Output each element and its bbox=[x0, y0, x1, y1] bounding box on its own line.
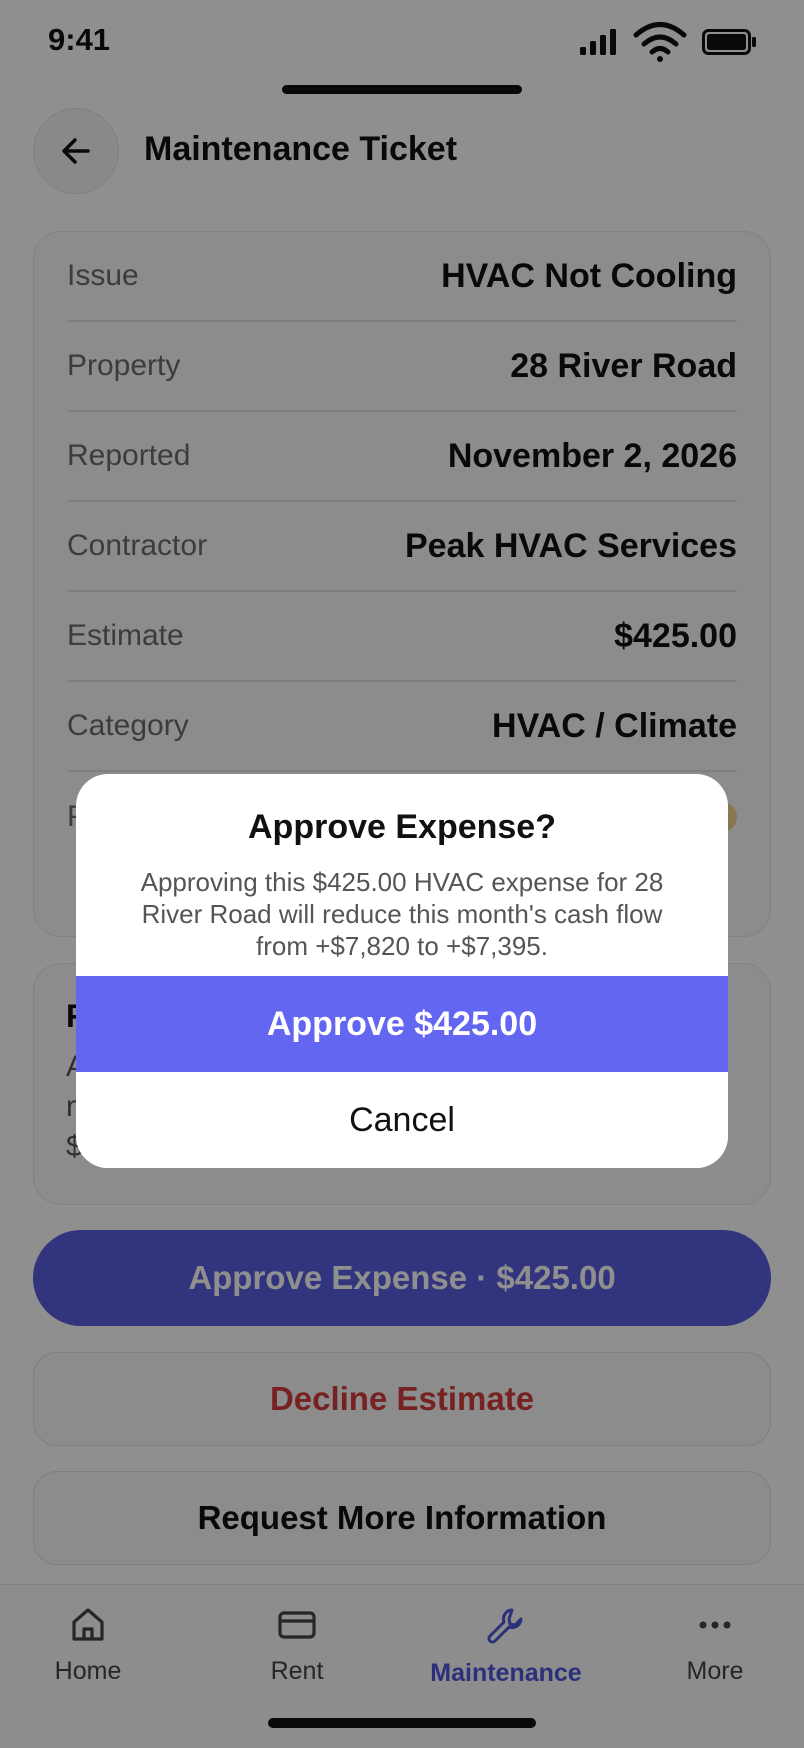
app-screen: 9:41 Maintenance Ticket Issue HVAC Not C… bbox=[0, 0, 804, 1748]
dialog-message: Approving this $425.00 HVAC expense for … bbox=[140, 867, 664, 961]
dialog-title: Approve Expense? bbox=[248, 808, 556, 846]
dialog-cancel-button[interactable]: Cancel bbox=[76, 1072, 728, 1168]
approve-expense-dialog: Approve Expense? Approving this $425.00 … bbox=[76, 774, 728, 1168]
dialog-confirm-button[interactable]: Approve $425.00 bbox=[76, 976, 728, 1072]
